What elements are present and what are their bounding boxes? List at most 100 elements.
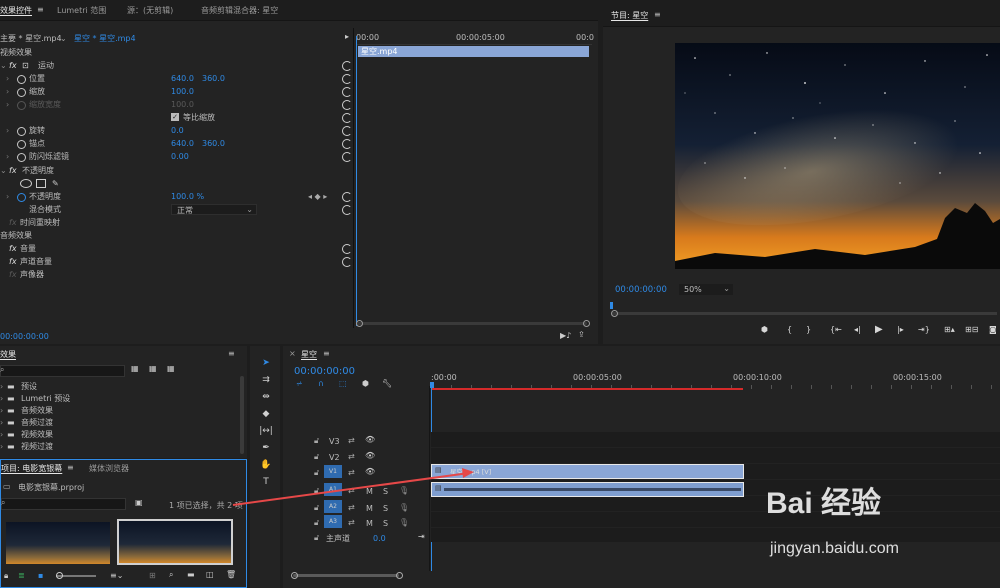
type-tool[interactable]: T: [258, 475, 274, 489]
video-clip[interactable]: ▤ 星空.mp4 [V]: [431, 464, 744, 479]
opacity-section-row[interactable]: ⌄ fx 不透明度: [0, 164, 352, 177]
step-forward-icon[interactable]: |▸: [897, 325, 904, 334]
track-target-a2[interactable]: A2: [324, 500, 342, 513]
sync-lock-icon[interactable]: ⇄: [348, 503, 355, 512]
transform-icon[interactable]: ⊡: [22, 59, 29, 72]
tab-effect-controls[interactable]: 效果控件: [0, 5, 32, 16]
position-y-value[interactable]: 360.0: [202, 72, 225, 85]
ec-divider[interactable]: [353, 28, 354, 328]
expand-arrow-icon[interactable]: ›: [6, 150, 9, 163]
rotation-value[interactable]: 0.0: [171, 124, 184, 137]
reset-icon[interactable]: [342, 100, 352, 110]
timeline-scrollbar[interactable]: [293, 574, 399, 577]
linked-selection-icon[interactable]: ⬚: [339, 379, 347, 388]
reset-icon[interactable]: [342, 87, 352, 97]
audio-clip[interactable]: ▤: [431, 482, 744, 497]
stopwatch-icon[interactable]: [17, 88, 26, 97]
mark-in-icon[interactable]: {: [787, 325, 792, 334]
lock-icon[interactable]: 🔓︎: [314, 518, 319, 528]
menu-icon[interactable]: ≡: [67, 463, 74, 472]
microphone-icon[interactable]: 🎙︎: [399, 486, 409, 495]
snap-icon[interactable]: ∩: [318, 379, 324, 388]
eye-icon[interactable]: 👁︎: [365, 467, 375, 476]
zoom-slider-handle[interactable]: [56, 572, 63, 579]
rectangle-mask-icon[interactable]: [36, 179, 46, 188]
trash-icon[interactable]: 🗑︎: [226, 570, 236, 579]
work-area-bar[interactable]: [432, 388, 743, 390]
scroll-handle-icon[interactable]: [583, 320, 590, 327]
go-to-end-icon[interactable]: ⇥: [418, 532, 425, 541]
lift-icon[interactable]: ⊞▴: [944, 325, 955, 334]
tab-program[interactable]: 节目: 星空: [611, 10, 648, 21]
ec-scrollbar[interactable]: [357, 322, 587, 325]
step-back-icon[interactable]: ◂|: [854, 325, 861, 334]
anchor-x-value[interactable]: 640.0: [171, 137, 194, 150]
reset-icon[interactable]: [342, 61, 352, 71]
icon-view-icon[interactable]: ▪: [38, 571, 43, 580]
ripple-edit-tool[interactable]: ⇹: [258, 390, 274, 404]
expand-chevron-icon[interactable]: ⌄: [0, 164, 7, 177]
thumbnail-selected[interactable]: [117, 519, 233, 565]
track-target-a1[interactable]: A1: [324, 483, 342, 496]
razor-tool[interactable]: ◆: [258, 407, 274, 421]
ec-ruler[interactable]: 00:00 00:00:05:00 00:0: [356, 28, 594, 45]
tab-effects[interactable]: 效果: [0, 349, 16, 360]
wrench-icon[interactable]: 🔧︎: [382, 379, 392, 388]
stopwatch-icon[interactable]: [17, 193, 26, 202]
sync-lock-icon[interactable]: ⇄: [348, 518, 355, 527]
pen-tool[interactable]: ✒: [258, 441, 274, 455]
render-audio-icon[interactable]: ▶♪: [560, 331, 571, 340]
chevron-down-icon[interactable]: ⌄: [60, 32, 67, 45]
sync-lock-icon[interactable]: ⇄: [348, 452, 355, 461]
program-video-frame[interactable]: [675, 43, 1000, 269]
lock-icon[interactable]: 🔓︎: [314, 503, 319, 513]
menu-icon[interactable]: ≡: [323, 349, 330, 358]
track-label[interactable]: V3: [329, 437, 340, 446]
expand-chevron-icon[interactable]: ⌄: [0, 59, 7, 72]
reset-icon[interactable]: [342, 257, 352, 267]
solo-button[interactable]: S: [383, 504, 388, 513]
timeline-timecode[interactable]: 00:00:00:00: [294, 366, 355, 377]
volume-row[interactable]: fx 音量: [0, 242, 352, 255]
mute-button[interactable]: M: [366, 519, 373, 528]
master-volume-value[interactable]: 0.0: [373, 534, 386, 543]
scroll-handle-icon[interactable]: [291, 572, 298, 579]
lock-icon[interactable]: 🔓︎: [314, 452, 319, 462]
track-select-tool[interactable]: ⇉: [258, 373, 274, 387]
reset-icon[interactable]: [342, 192, 352, 202]
expand-arrow-icon[interactable]: ›: [6, 124, 9, 137]
lock-icon[interactable]: 🔓︎: [314, 436, 319, 446]
opacity-value[interactable]: 100.0 %: [171, 190, 204, 203]
mute-button[interactable]: M: [366, 487, 373, 496]
sync-lock-icon[interactable]: ⇄: [348, 468, 355, 477]
timeline-ruler[interactable]: :00:00 00:00:05:00 00:00:10:00 00:00:15:…: [431, 370, 1000, 390]
anchor-y-value[interactable]: 360.0: [202, 137, 225, 150]
reset-icon[interactable]: [342, 152, 352, 162]
program-timecode[interactable]: 00:00:00:00: [615, 285, 667, 295]
pen-mask-icon[interactable]: ✎: [52, 177, 59, 190]
play-only-icon[interactable]: ▸: [345, 32, 349, 41]
motion-row[interactable]: ⌄ fx ⊡ 运动: [0, 59, 352, 72]
microphone-icon[interactable]: 🎙︎: [399, 518, 409, 527]
solo-button[interactable]: S: [383, 487, 388, 496]
mute-button[interactable]: M: [366, 504, 373, 513]
menu-icon[interactable]: ≡: [228, 349, 235, 358]
lock-icon[interactable]: 🔓︎: [314, 486, 319, 496]
panner-row[interactable]: fx 声像器: [0, 268, 352, 281]
ec-clip-bar[interactable]: 星空.mp4: [358, 46, 589, 57]
tab-sequence[interactable]: 星空: [301, 349, 317, 360]
stopwatch-icon[interactable]: [17, 153, 26, 162]
stopwatch-icon[interactable]: [17, 127, 26, 136]
project-search-input[interactable]: ⌕: [1, 498, 126, 510]
microphone-icon[interactable]: 🎙︎: [399, 503, 409, 512]
tab-lumetri-scopes[interactable]: Lumetri 范围: [57, 5, 106, 16]
extract-icon[interactable]: ⊞⊟: [965, 325, 978, 334]
menu-icon[interactable]: ≡: [37, 5, 44, 14]
tab-source[interactable]: 源：(无剪辑): [127, 5, 173, 16]
hand-tool[interactable]: ✋: [258, 458, 274, 472]
ellipse-mask-icon[interactable]: [20, 179, 32, 188]
expand-arrow-icon[interactable]: ›: [6, 190, 9, 203]
fx-badge[interactable]: fx: [9, 255, 17, 268]
lock-icon[interactable]: 🔒︎: [4, 571, 8, 581]
track-label[interactable]: V2: [329, 453, 340, 462]
